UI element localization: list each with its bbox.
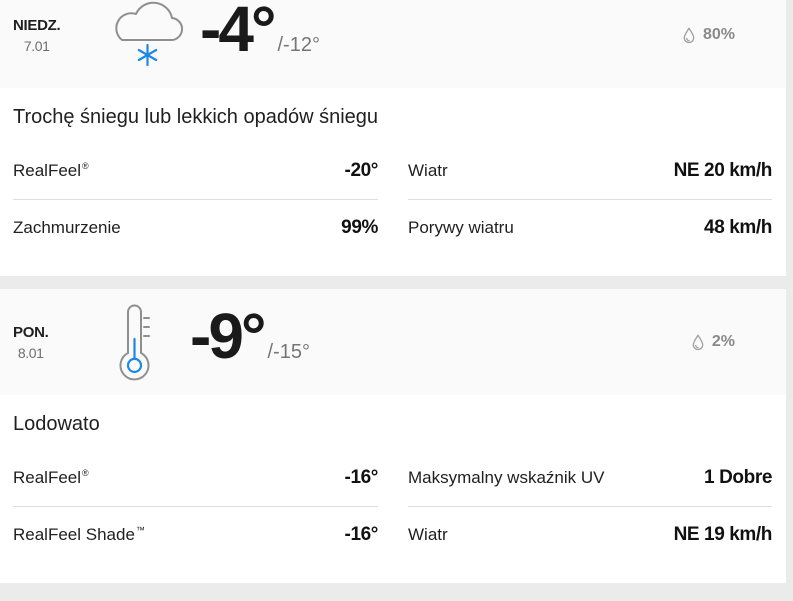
detail-row: Zachmurzenie 99% (13, 199, 378, 256)
weather-phrase: Trochę śniegu lub lekkich opadów śniegu (13, 106, 379, 128)
thermometer-icon (119, 304, 150, 381)
trademark-mark: ® (82, 161, 89, 171)
details-right-column: Wiatr NE 20 km/h Porywy wiatru 48 km/h (408, 143, 772, 256)
detail-label: Zachmurzenie (13, 218, 122, 238)
details-right-column: Maksymalny wskaźnik UV 1 Dobre Wiatr NE … (408, 450, 772, 563)
day-card-header: NIEDZ. 7.01 -4° /-12° 80% (0, 0, 786, 88)
temp-low: /-15° (267, 341, 310, 363)
precipitation-probability: 2% (711, 333, 735, 350)
date-block: PON. 8.01 (13, 324, 49, 361)
detail-value: -16° (344, 467, 379, 488)
day-date: 7.01 (23, 38, 50, 54)
detail-value: NE 20 km/h (673, 160, 773, 181)
weather-phrase: Lodowato (13, 413, 100, 435)
precipitation: 2% (692, 333, 735, 351)
day-details: Trochę śniegu lub lekkich opadów śniegu … (0, 88, 786, 276)
detail-value: 99% (341, 217, 378, 238)
detail-label: Porywy wiatru (408, 218, 515, 238)
temp-high: -4° (200, 0, 276, 65)
day-card: PON. 8.01 -9° /-15° 2% Lodowato RealFeel… (0, 289, 786, 583)
detail-row: Porywy wiatru 48 km/h (408, 199, 772, 256)
detail-label: RealFeel Shade™ (13, 525, 145, 545)
detail-label-text: Zachmurzenie (13, 218, 121, 237)
detail-row: RealFeel® -20° (13, 143, 378, 199)
precipitation-probability: 80% (702, 26, 735, 43)
droplet-icon (692, 334, 704, 350)
temperature-block: -4° /-12° (200, 0, 320, 61)
temp-high: -9° (190, 300, 266, 372)
detail-label-text: RealFeel (13, 468, 82, 487)
detail-row: RealFeel Shade™ -16° (13, 506, 378, 563)
detail-value: -16° (344, 524, 379, 545)
cloud-snow-icon (115, 1, 184, 67)
detail-row: Wiatr NE 20 km/h (408, 143, 772, 199)
detail-label: RealFeel® (13, 468, 89, 488)
detail-value: 48 km/h (704, 217, 772, 238)
day-details: Lodowato RealFeel® -16° RealFeel Shade™ … (0, 395, 786, 583)
date-block: NIEDZ. 7.01 (13, 17, 61, 54)
detail-value: -20° (344, 160, 379, 181)
detail-row: RealFeel® -16° (13, 450, 378, 506)
details-left-column: RealFeel® -20° Zachmurzenie 99% (13, 143, 378, 256)
detail-label-text: Maksymalny wskaźnik UV (408, 468, 605, 487)
detail-label-text: RealFeel (13, 161, 82, 180)
detail-label-text: RealFeel Shade (13, 525, 135, 544)
detail-label-text: Wiatr (408, 161, 448, 180)
detail-row: Maksymalny wskaźnik UV 1 Dobre (408, 450, 772, 506)
day-card: NIEDZ. 7.01 -4° /-12° 80% Trochę śniegu … (0, 0, 786, 276)
detail-value: NE 19 km/h (673, 524, 773, 545)
detail-label: Wiatr (408, 525, 449, 545)
detail-label-text: Porywy wiatru (408, 218, 514, 237)
detail-value: 1 Dobre (704, 467, 772, 488)
droplet-icon (683, 27, 695, 43)
day-date: 8.01 (17, 345, 44, 361)
temperature-block: -9° /-15° (190, 304, 310, 368)
temp-low: /-12° (277, 34, 320, 56)
daily-forecast-page: NIEDZ. 7.01 -4° /-12° 80% Trochę śniegu … (0, 0, 793, 601)
detail-label: RealFeel® (13, 161, 89, 181)
day-name: NIEDZ. (13, 17, 61, 34)
day-name: PON. (13, 324, 49, 341)
detail-label-text: Wiatr (408, 525, 448, 544)
detail-row: Wiatr NE 19 km/h (408, 506, 772, 563)
detail-label: Wiatr (408, 161, 449, 181)
trademark-mark: ™ (135, 525, 145, 535)
day-card-header: PON. 8.01 -9° /-15° 2% (0, 289, 786, 395)
details-left-column: RealFeel® -16° RealFeel Shade™ -16° (13, 450, 378, 563)
precipitation: 80% (683, 26, 735, 44)
detail-label: Maksymalny wskaźnik UV (408, 468, 606, 488)
trademark-mark: ® (82, 468, 89, 478)
